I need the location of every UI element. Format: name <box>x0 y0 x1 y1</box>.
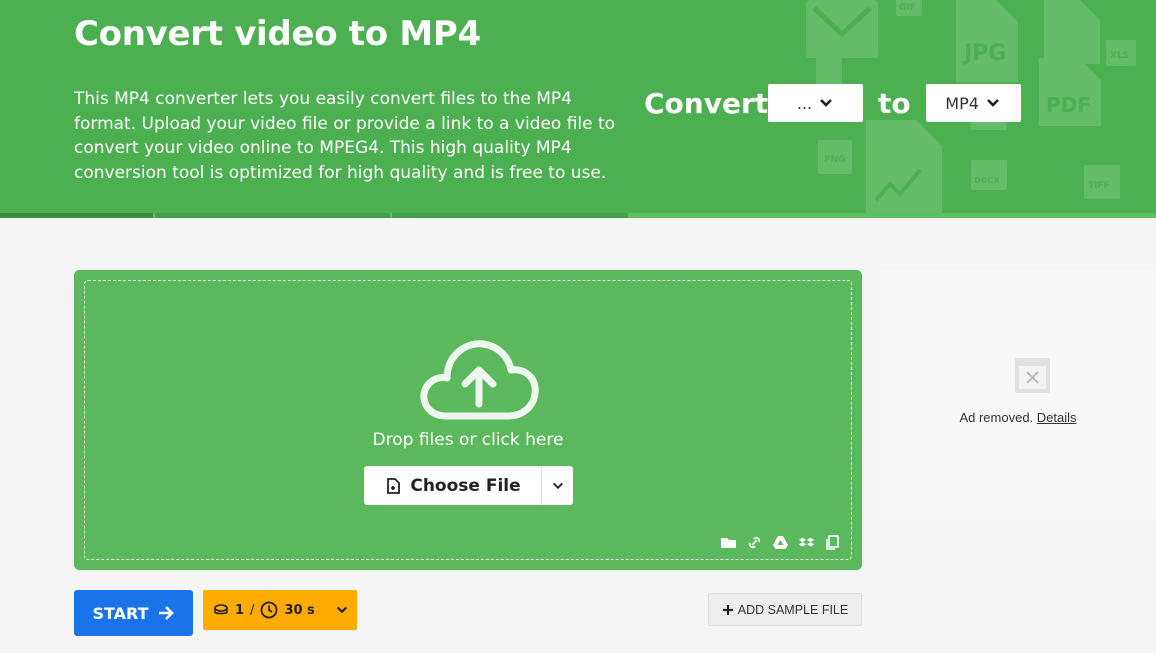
choose-file-button[interactable]: Choose File <box>364 466 542 505</box>
svg-text:PNG: PNG <box>824 155 846 165</box>
credits-count: 1 <box>235 602 245 618</box>
to-label: to <box>878 86 911 120</box>
ad-details-link[interactable]: Details <box>1037 410 1077 425</box>
clipboard-icon[interactable] <box>824 534 841 551</box>
hero-banner: JPG PDF GIF XLS PNG DOCX TIFF Convert vi… <box>0 0 1156 218</box>
upload-dropzone[interactable]: Drop files or click here Choose File <box>74 270 862 570</box>
from-format-value: ... <box>796 93 813 113</box>
clock-icon <box>261 601 278 619</box>
svg-text:TIFF: TIFF <box>1088 181 1110 191</box>
ad-removed-icon <box>1015 358 1050 393</box>
folder-icon[interactable] <box>720 534 737 551</box>
credits-separator: / <box>250 602 255 618</box>
google-drive-icon[interactable] <box>772 534 789 551</box>
start-label: START <box>92 603 149 623</box>
ad-removed-label: Ad removed. <box>959 410 1034 425</box>
add-sample-file-button[interactable]: ADD SAMPLE FILE <box>708 593 862 626</box>
file-add-icon <box>387 477 401 494</box>
to-format-select[interactable]: MP4 <box>925 84 1021 122</box>
format-selector: Convert ... to MP4 <box>644 84 1021 122</box>
time-estimate: 30 s <box>284 602 315 618</box>
from-format-select[interactable]: ... <box>768 84 863 122</box>
upload-source-icons <box>720 534 841 551</box>
choose-file-button-group: Choose File <box>364 466 573 505</box>
dropbox-icon[interactable] <box>798 534 815 551</box>
svg-text:DOCX: DOCX <box>974 176 1000 185</box>
choose-file-label: Choose File <box>410 475 521 496</box>
arrow-right-icon <box>158 606 174 620</box>
start-button[interactable]: START <box>74 590 193 636</box>
add-sample-label: ADD SAMPLE FILE <box>737 602 849 617</box>
convert-label: Convert <box>644 86 769 120</box>
page-description: This MP4 converter lets you easily conve… <box>74 89 616 183</box>
svg-text:JPG: JPG <box>962 41 1006 66</box>
page-title: Convert video to MP4 <box>74 14 481 54</box>
chevron-down-icon <box>336 606 348 614</box>
progress-strip <box>0 213 1156 218</box>
plus-icon <box>722 604 733 615</box>
link-icon[interactable] <box>746 534 763 551</box>
drop-files-text: Drop files or click here <box>372 430 564 450</box>
chevron-down-icon <box>552 482 563 489</box>
ad-removed-text: Ad removed. Details <box>880 410 1156 425</box>
svg-text:GIF: GIF <box>899 3 916 13</box>
cloud-upload-icon <box>420 340 539 420</box>
choose-file-dropdown[interactable] <box>542 466 573 505</box>
dropzone-border: Drop files or click here Choose File <box>84 280 852 560</box>
conversion-credits-button[interactable]: 1 / 30 s <box>203 590 357 630</box>
svg-text:PDF: PDF <box>1046 93 1091 117</box>
coin-stack-icon <box>214 604 228 615</box>
chevron-down-icon <box>987 99 999 107</box>
svg-text:XLS: XLS <box>1110 51 1129 61</box>
chevron-down-icon <box>820 99 833 107</box>
ad-slot: Ad removed. Details <box>880 270 1156 520</box>
to-format-value: MP4 <box>945 93 979 113</box>
